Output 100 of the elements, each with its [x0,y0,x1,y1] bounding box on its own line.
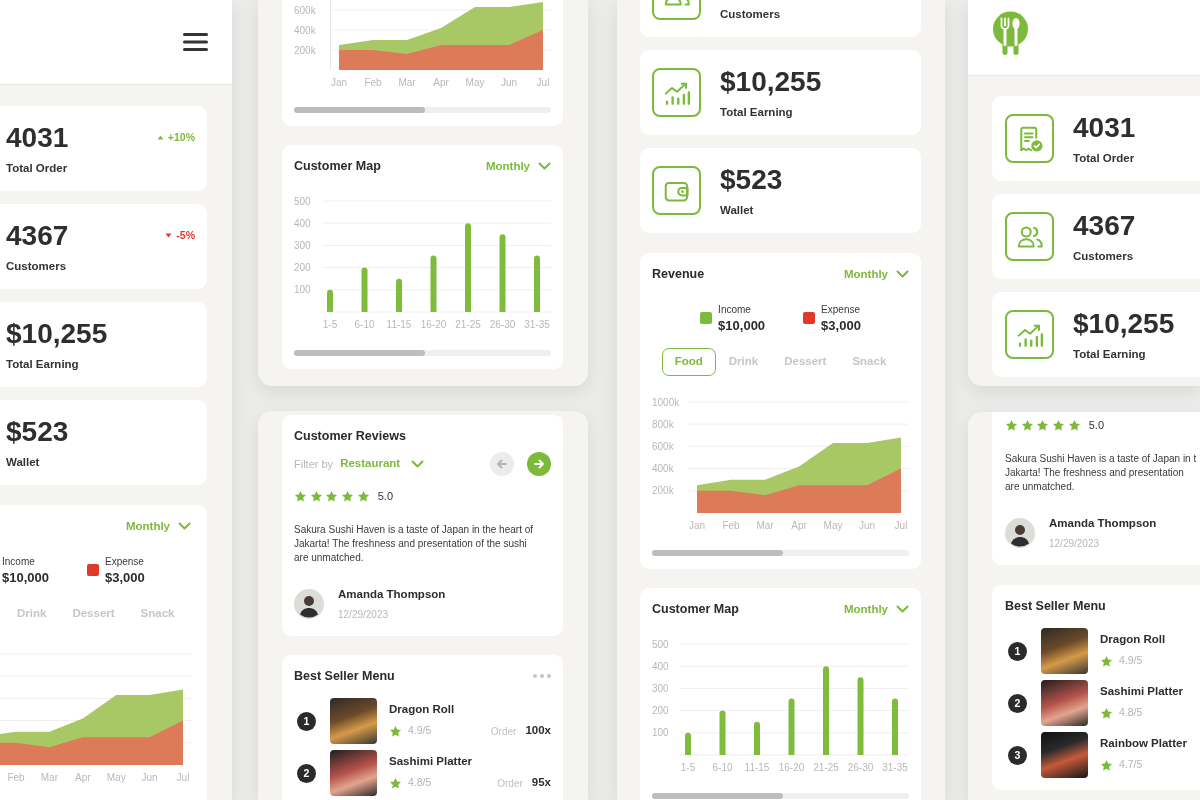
star-icon [1067,418,1081,432]
scrollbar[interactable] [294,350,551,356]
review-date: 12/29/2023 [338,608,390,621]
legend-amount: $3,000 [821,317,861,334]
users-icon [1005,212,1054,261]
chart-bar [892,697,898,755]
axis-label: Mar [756,519,774,530]
period-dropdown[interactable]: Monthly [125,517,191,535]
axis-label: 100 [294,284,311,296]
axis-label: 1000k [652,396,680,407]
star-icon [389,776,402,790]
category-tab[interactable]: Drink [4,599,60,628]
axis-label: 31-35 [882,761,908,772]
scrollbar[interactable] [652,792,909,799]
axis-label: May [823,519,843,530]
stat-value: 4367 [1073,210,1136,241]
period-dropdown[interactable]: Monthly [843,265,909,283]
category-tab[interactable]: Snack [127,599,188,628]
legend-amount: $10,000 [718,317,766,334]
category-tab[interactable]: Snack [839,347,900,376]
order-count: 95x [531,775,551,791]
stat-label: Total Earning [1073,347,1147,361]
dish-rating: 4.9/5 [408,723,432,739]
stat-value: $523 [6,416,69,447]
axis-label: Jul [894,519,908,530]
stat-value: 4031 [1073,112,1136,143]
more-icon[interactable] [533,674,551,678]
menu-icon[interactable] [183,33,208,51]
category-tab[interactable]: Dessert [59,599,128,628]
stat-label: Customers [720,7,782,21]
axis-label: 1-5 [322,318,338,330]
axis-label: 6-10 [354,318,375,330]
chart-bar [534,255,540,312]
star-icon [1020,418,1034,432]
axis-label: 100 [652,726,669,738]
chevron-down-icon [538,162,551,170]
star-icon [294,489,307,503]
axis-label: 500 [294,195,311,207]
axis-label: Jun [500,76,518,88]
card-title: Customer Map [294,158,381,175]
category-tab[interactable]: Dessert [771,347,840,376]
stat-label: Total Earning [720,105,794,119]
category-tab[interactable]: Drink [715,347,772,376]
legend-label: Expense [105,554,145,568]
dish-rating: 4.7/5 [1119,757,1143,773]
card-title: Best Seller Menu [1005,598,1106,615]
change-value: +10% [167,129,195,145]
review-date: 12/29/2023 [1049,537,1101,550]
axis-label: 1-5 [680,761,696,772]
growth-chart-icon [652,68,701,117]
photo-placeholder [1041,732,1088,778]
star-icon [325,489,339,503]
axis-label: Jan [688,519,706,530]
chart-bar [788,697,795,755]
legend-label: Income [2,554,36,568]
period-dropdown[interactable]: Monthly [843,599,909,618]
axis-label: 300 [652,682,669,694]
axis-label: Apr [75,771,91,782]
axis-label: 600k [294,4,316,16]
legend-amount: $3,000 [105,569,145,586]
star-icon [1036,418,1050,432]
axis-label: 11-15 [744,761,770,772]
filter-label: Filter by [294,456,334,472]
card-title: Customer Reviews [294,428,406,445]
star-icon [309,489,323,503]
arrow-right-icon [534,459,544,469]
photo-placeholder [1041,628,1088,674]
dish-name: Rainbow Platter [1100,735,1188,751]
axis-label: Jul [176,771,190,782]
star-icon [1005,418,1018,432]
period-dropdown[interactable]: Monthly [485,157,551,175]
star-icon [389,724,402,738]
chart-bar [719,710,726,755]
scrollbar[interactable] [652,549,909,556]
axis-label: 300 [294,239,311,251]
axis-label: 600k [652,440,674,452]
rating-value: 5.0 [1088,417,1105,433]
axis-label: 200 [294,262,311,274]
chart-bar [685,732,691,755]
axis-label: 200k [294,44,316,56]
scrollbar[interactable] [294,107,551,113]
axis-label: 200 [652,704,669,716]
axis-label: 500 [652,638,669,649]
axis-label: 26-30 [489,318,516,330]
next-button[interactable] [527,452,551,476]
axis-label: 16-20 [778,761,805,772]
axis-label: Feb [722,519,740,530]
filter-dropdown[interactable]: Restaurant [340,455,425,473]
axis-label: 400 [652,660,669,672]
avatar-icon [294,589,324,619]
chart-bar [361,267,368,312]
legend-label: Expense [821,302,861,316]
rank-number: 1 [1008,641,1027,661]
axis-label: Apr [791,519,807,530]
chevron-down-icon [178,522,191,530]
legend-label: Income [718,302,752,316]
axis-label: 6-10 [712,761,733,772]
category-tab[interactable]: Food [661,347,716,376]
star-icon [1100,654,1113,668]
axis-label: 400 [294,217,311,229]
